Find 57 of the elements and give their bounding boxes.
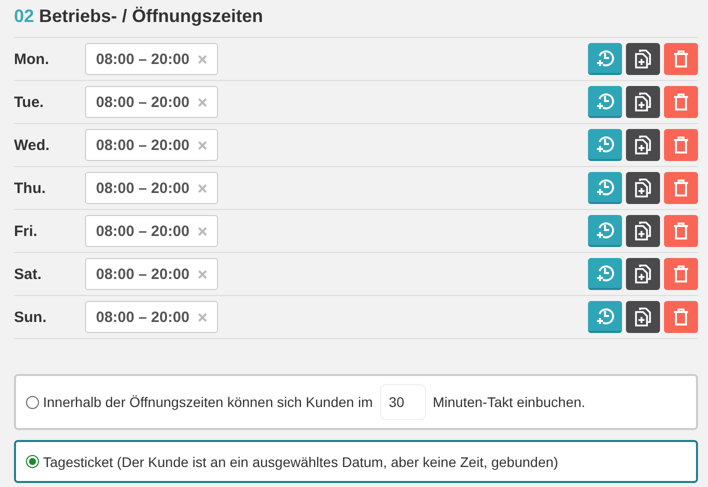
copy-plus-icon xyxy=(634,49,652,69)
time-slot-chip[interactable]: 08:00 – 20:00 xyxy=(85,86,218,118)
time-slot-chip[interactable]: 08:00 – 20:00 xyxy=(85,215,218,247)
day-label: Wed. xyxy=(14,136,51,154)
add-time-button[interactable] xyxy=(588,86,622,118)
time-slot-chip[interactable]: 08:00 – 20:00 xyxy=(85,43,218,75)
trash-icon xyxy=(673,179,689,197)
option-text: Innerhalb der Öffnungszeiten können sich Kunden im xyxy=(43,394,373,410)
time-slot-chip[interactable]: 08:00 – 20:00 xyxy=(85,129,218,161)
copy-plus-icon xyxy=(634,221,652,241)
clock-plus-icon xyxy=(595,177,615,197)
add-time-button[interactable] xyxy=(588,172,622,204)
trash-icon xyxy=(673,136,689,154)
day-label: Mon. xyxy=(14,50,50,68)
section-number: 02 xyxy=(14,6,34,27)
option-text: Tagesticket (Der Kunde ist an ein ausgewähltes Datum, aber keine Zeit, gebunden) xyxy=(43,454,558,470)
radio-button[interactable] xyxy=(26,455,39,468)
trash-icon xyxy=(673,265,689,283)
copy-button[interactable] xyxy=(626,86,660,118)
option-text: Minuten-Takt einbuchen. xyxy=(432,394,586,410)
add-time-button[interactable] xyxy=(588,129,622,161)
section-title: Betriebs- / Öffnungszeiten xyxy=(39,6,264,27)
time-slot-chip[interactable]: 08:00 – 20:00 xyxy=(85,258,218,290)
day-label: Sat. xyxy=(14,266,43,282)
add-time-button[interactable] xyxy=(588,258,622,290)
day-label: Tue. xyxy=(14,94,45,110)
add-time-button[interactable] xyxy=(588,43,622,75)
trash-icon xyxy=(673,308,689,326)
trash-icon xyxy=(673,50,689,68)
copy-plus-icon xyxy=(634,135,652,155)
copy-button[interactable] xyxy=(626,129,660,161)
add-time-button[interactable] xyxy=(588,215,622,247)
time-slot-chip[interactable]: 08:00 – 20:00 xyxy=(85,172,218,204)
copy-button[interactable] xyxy=(626,301,660,333)
copy-button[interactable] xyxy=(626,43,660,75)
copy-plus-icon xyxy=(634,264,652,284)
copy-plus-icon xyxy=(634,178,652,198)
copy-button[interactable] xyxy=(626,172,660,204)
clock-plus-icon xyxy=(595,91,615,111)
clock-plus-icon xyxy=(595,134,615,154)
copy-button[interactable] xyxy=(626,215,660,247)
clock-plus-icon xyxy=(595,306,615,326)
clock-plus-icon xyxy=(595,263,615,283)
add-time-button[interactable] xyxy=(588,301,622,333)
day-label: Thu. xyxy=(14,180,47,196)
day-label: Fri. xyxy=(14,222,38,240)
radio-button[interactable] xyxy=(26,396,39,408)
copy-button[interactable] xyxy=(626,258,660,290)
copy-plus-icon xyxy=(634,92,652,112)
trash-icon xyxy=(673,93,689,111)
time-slot-chip[interactable]: 08:00 – 20:00 xyxy=(85,301,218,333)
copy-plus-icon xyxy=(634,307,652,327)
trash-icon xyxy=(673,222,689,240)
clock-plus-icon xyxy=(595,220,615,240)
clock-plus-icon xyxy=(595,48,615,68)
day-label: Sun. xyxy=(14,308,48,326)
minutes-input[interactable]: 30 xyxy=(380,384,426,420)
